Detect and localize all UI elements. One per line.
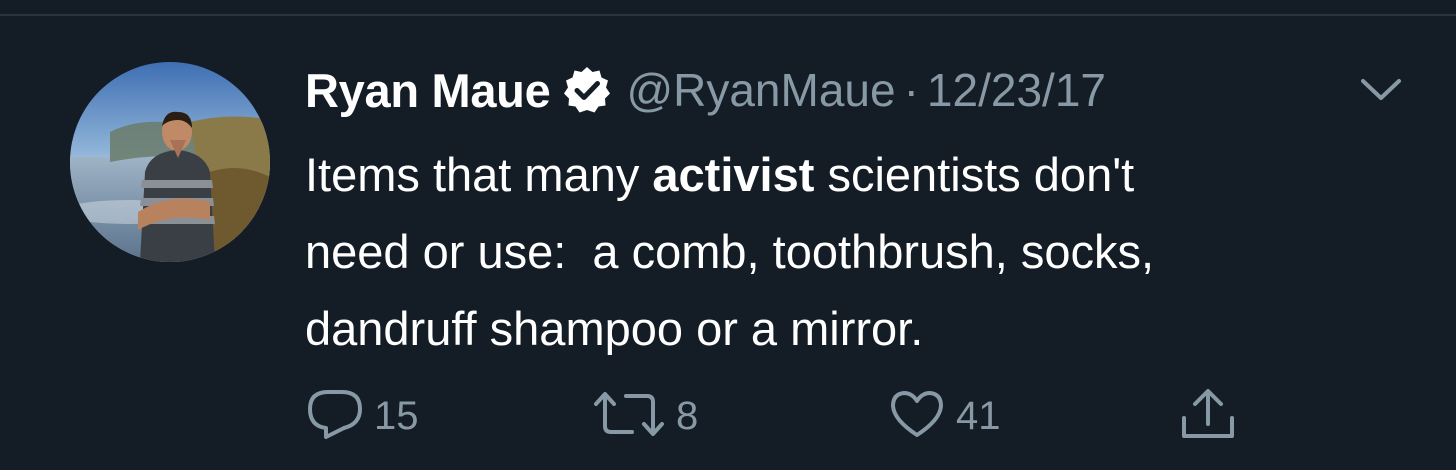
share-icon [1176, 386, 1240, 447]
tweet-text-part-1: Items that many [305, 148, 653, 201]
handle[interactable]: @RyanMaue [626, 63, 895, 117]
tweet[interactable]: Ryan Maue @RyanMaue · 12/23/17 Items tha… [0, 16, 1456, 470]
like-button[interactable]: 41 [888, 386, 1001, 446]
action-bar: 15 8 41 [0, 386, 1456, 446]
tweet-text-bold: activist [652, 148, 815, 201]
avatar[interactable] [70, 62, 270, 262]
chevron-down-icon[interactable] [1358, 74, 1404, 104]
reply-button[interactable]: 15 [306, 386, 419, 446]
share-button[interactable] [1176, 386, 1240, 446]
tweet-text: Items that many activist scientists don'… [305, 136, 1415, 367]
retweet-icon [592, 388, 666, 445]
separator-dot: · [903, 64, 919, 116]
display-name[interactable]: Ryan Maue [305, 63, 551, 118]
tweet-date[interactable]: 12/23/17 [927, 63, 1106, 117]
retweet-count: 8 [676, 393, 699, 438]
like-count: 41 [956, 393, 1001, 438]
tweet-header: Ryan Maue @RyanMaue · 12/23/17 [305, 60, 1106, 120]
reply-count: 15 [374, 393, 419, 438]
avatar-photo [70, 62, 270, 262]
reply-icon [306, 388, 364, 445]
retweet-button[interactable]: 8 [592, 386, 698, 446]
heart-icon [888, 388, 946, 445]
verified-badge-icon [562, 65, 612, 115]
